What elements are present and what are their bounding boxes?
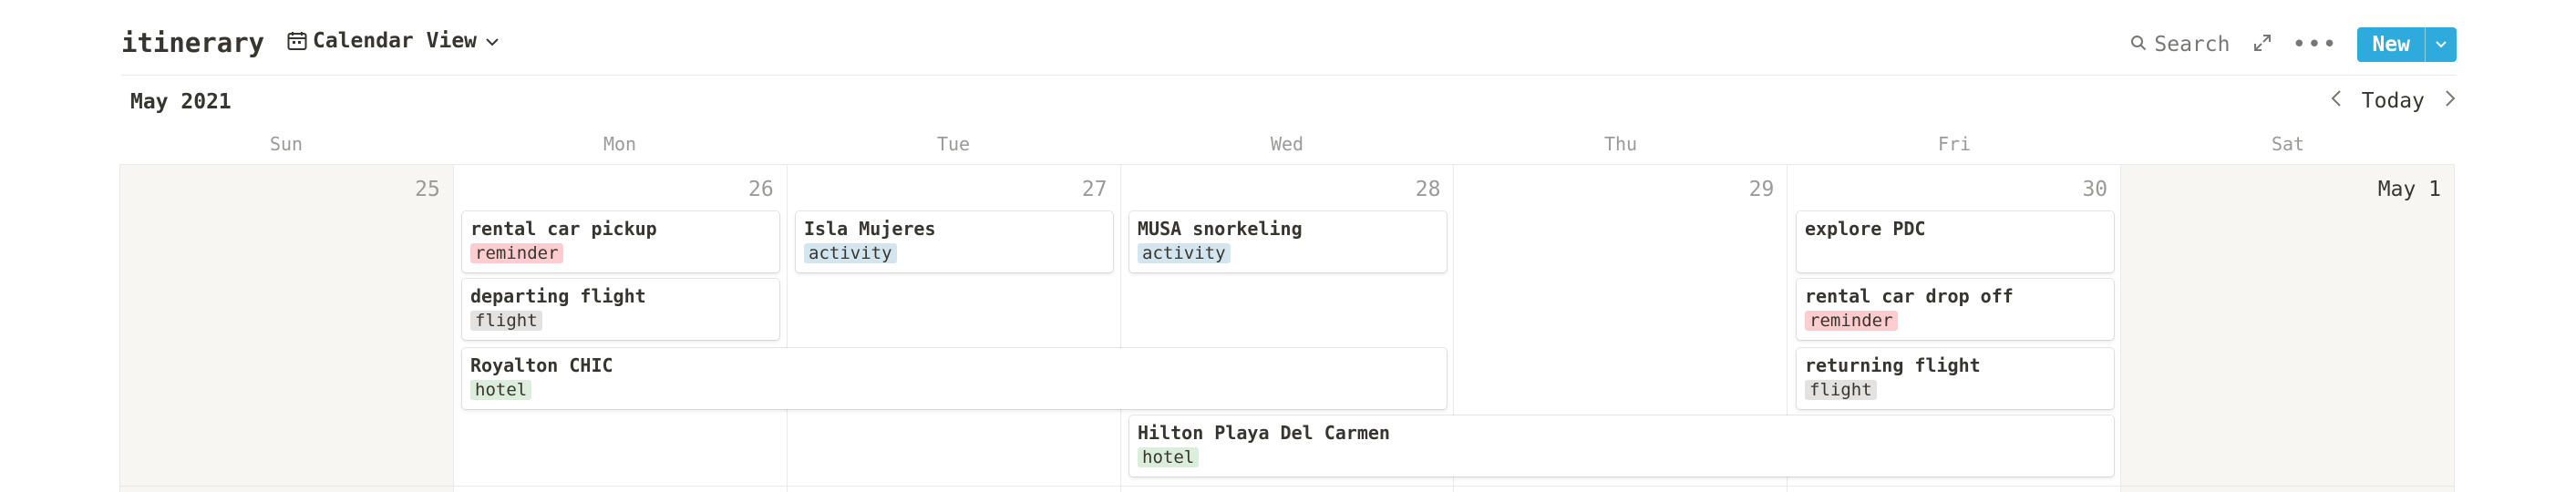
event-title: Royalton CHIC [470, 354, 613, 376]
event-tag: flight [1805, 380, 1877, 400]
page-title: itinerary [121, 27, 265, 58]
calendar-navigation: Today [2331, 89, 2456, 113]
day-number: May 1 [2377, 178, 2442, 201]
chevron-right-icon[interactable] [2445, 89, 2456, 113]
new-dropdown-chevron-icon[interactable] [2426, 27, 2457, 62]
search-icon [2130, 33, 2147, 56]
event-card[interactable]: Royalton CHIC hotel [462, 348, 1447, 409]
event-card[interactable]: Hilton Playa Del Carmen hotel [1129, 415, 2114, 477]
event-title: departing flight [470, 285, 646, 307]
weekday-sat: Sat [2271, 133, 2305, 155]
event-card[interactable]: departing flight flight [462, 279, 779, 340]
day-number: 29 [1748, 178, 1775, 201]
event-title: rental car drop off [1805, 285, 2014, 307]
day-cell-sat[interactable]: May 1 [2121, 165, 2456, 492]
weekday-tue: Tue [936, 133, 971, 155]
calendar-icon [287, 31, 307, 51]
event-title: returning flight [1805, 354, 1981, 376]
day-number: 25 [415, 178, 440, 201]
more-options-icon[interactable]: ••• [2292, 31, 2337, 58]
grid-bottom-line [119, 486, 2455, 487]
month-label: May 2021 [130, 90, 232, 114]
header-divider [121, 75, 2457, 76]
weekday-sun: Sun [269, 133, 304, 155]
day-cell-sun[interactable]: 25 [120, 165, 454, 492]
toolbar: Search ••• New [2130, 27, 2457, 62]
weekday-mon: Mon [603, 133, 637, 155]
event-title: rental car pickup [470, 218, 657, 240]
event-title: explore PDC [1805, 218, 1926, 240]
event-tag: hotel [1138, 447, 1200, 467]
event-tag: activity [804, 243, 897, 263]
chevron-left-icon[interactable] [2331, 89, 2342, 113]
event-card[interactable]: returning flight flight [1797, 348, 2114, 409]
chevron-down-icon [486, 32, 499, 51]
day-number: 30 [2082, 178, 2108, 201]
event-card[interactable]: rental car drop off reminder [1797, 279, 2114, 340]
day-number: 28 [1415, 178, 1441, 201]
today-button[interactable]: Today [2362, 89, 2425, 113]
view-label: Calendar View [313, 29, 478, 53]
event-title: Hilton Playa Del Carmen [1138, 422, 1390, 444]
event-tag: reminder [470, 243, 563, 263]
search-label: Search [2154, 33, 2231, 56]
day-number: 27 [1081, 178, 1108, 201]
event-title: MUSA snorkeling [1138, 218, 1303, 240]
event-tag: activity [1138, 243, 1231, 263]
expand-icon[interactable] [2253, 34, 2272, 56]
search-button[interactable]: Search [2130, 33, 2230, 56]
weekday-header: Sun Mon Tue Wed Thu Fri Sat [119, 133, 2455, 159]
weekday-thu: Thu [1603, 133, 1638, 155]
event-tag: hotel [470, 380, 532, 400]
event-tag: reminder [1805, 311, 1898, 331]
weekday-fri: Fri [1937, 133, 1972, 155]
day-number: 26 [748, 178, 774, 201]
new-button-label[interactable]: New [2357, 27, 2425, 62]
view-switcher[interactable]: Calendar View [287, 29, 499, 53]
event-card[interactable]: rental car pickup reminder [462, 211, 779, 272]
event-card[interactable]: MUSA snorkeling activity [1129, 211, 1447, 272]
event-title: Isla Mujeres [804, 218, 936, 240]
new-button[interactable]: New [2357, 27, 2457, 62]
top-bar: itinerary Calendar View Search ••• New [121, 20, 2457, 71]
weekday-wed: Wed [1270, 133, 1304, 155]
event-card[interactable]: Isla Mujeres activity [796, 211, 1113, 272]
event-tag: flight [470, 311, 542, 331]
event-card[interactable]: explore PDC [1797, 211, 2114, 272]
